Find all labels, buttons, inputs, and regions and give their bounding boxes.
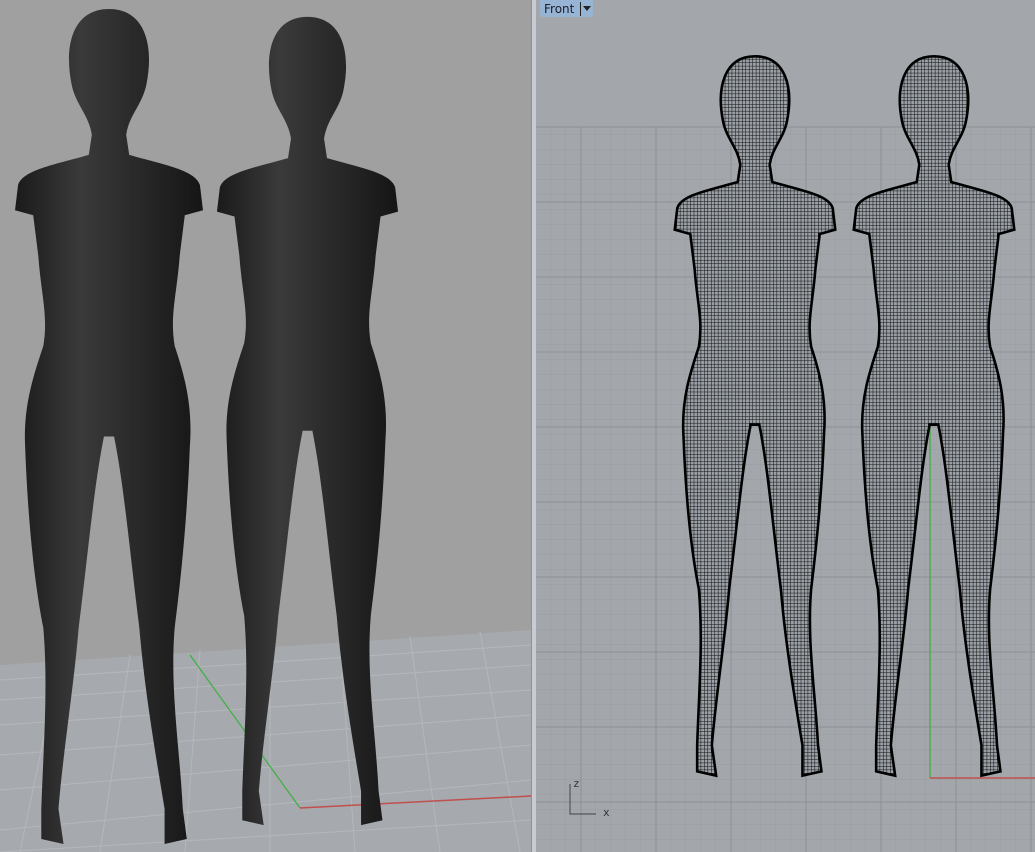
axis-widget-icon [569, 784, 596, 815]
perspective-viewport[interactable] [0, 0, 531, 852]
mannequin-shaded-2[interactable] [215, 12, 400, 830]
axis-x-label: x [603, 806, 610, 819]
front-viewport[interactable]: Front z x [536, 0, 1035, 852]
axis-z-label: z [573, 777, 580, 790]
mannequin-wireframe-1[interactable] [673, 52, 837, 780]
mannequin-wireframe-2[interactable] [852, 52, 1016, 780]
viewport-title-label: Front [544, 1, 575, 16]
viewport-title-front[interactable]: Front [540, 0, 594, 17]
mannequin-shaded-1[interactable] [13, 4, 205, 849]
dropdown-arrow-icon[interactable] [583, 6, 592, 11]
tab-separator [580, 1, 582, 16]
